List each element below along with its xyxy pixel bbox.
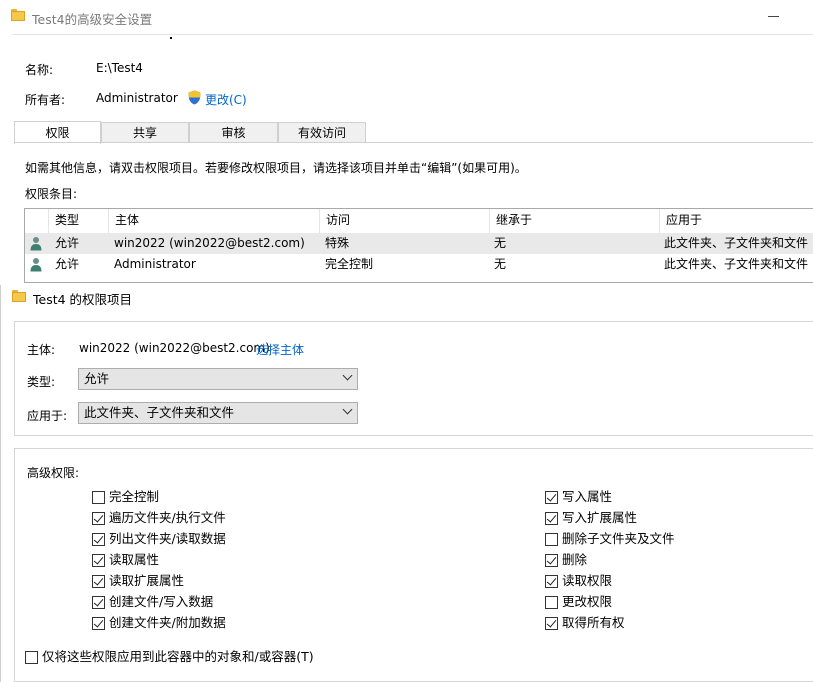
row-type: 允许 bbox=[55, 236, 80, 250]
divider bbox=[13, 34, 813, 35]
checkbox[interactable] bbox=[92, 575, 105, 588]
row-access: 完全控制 bbox=[325, 257, 374, 271]
tab-auditing[interactable]: 审核 bbox=[189, 122, 278, 143]
advanced-security-window: Test4的高级安全设置 名称: E:\Test4 所有者: Administr… bbox=[0, 0, 813, 286]
perm-label: 更改权限 bbox=[562, 594, 613, 609]
perm-label: 取得所有权 bbox=[562, 615, 625, 630]
permission-entry-window: Test4 的权限项目 主体: win2022 (win2022@best2.c… bbox=[0, 285, 813, 682]
advanced-permissions-label: 高级权限: bbox=[27, 466, 80, 480]
change-owner-link[interactable]: 更改(C) bbox=[205, 91, 247, 108]
checkbox[interactable] bbox=[545, 533, 558, 546]
select-principal-link[interactable]: 选择主体 bbox=[256, 341, 304, 358]
checkbox[interactable] bbox=[545, 491, 558, 504]
tab-effective-access[interactable]: 有效访问 bbox=[278, 122, 366, 143]
checkbox[interactable] bbox=[25, 651, 38, 664]
container-only-label: 仅将这些权限应用到此容器中的对象和/或容器(T) bbox=[42, 649, 314, 664]
checkbox[interactable] bbox=[545, 512, 558, 525]
owner-value: Administrator bbox=[96, 91, 178, 105]
entries-label: 权限条目: bbox=[25, 187, 78, 201]
title-bar: Test4 的权限项目 bbox=[1, 285, 813, 309]
tab-permissions[interactable]: 权限 bbox=[14, 121, 101, 144]
checkbox[interactable] bbox=[545, 575, 558, 588]
perm-label: 遍历文件夹/执行文件 bbox=[109, 510, 226, 525]
principal-value: win2022 (win2022@best2.com) bbox=[79, 341, 270, 355]
perm-label: 写入属性 bbox=[562, 489, 613, 504]
title-bar: Test4的高级安全设置 bbox=[0, 0, 813, 34]
row-applies: 此文件夹、子文件夹和文件 bbox=[664, 236, 809, 250]
column-header-inherited[interactable]: 继承于 bbox=[489, 209, 659, 233]
perm-label: 读取权限 bbox=[562, 573, 613, 588]
checkbox[interactable] bbox=[92, 512, 105, 525]
type-select-value: 允许 bbox=[84, 371, 110, 386]
principal-group: 主体: win2022 (win2022@best2.com) 选择主体 类型:… bbox=[14, 321, 813, 436]
row-type: 允许 bbox=[55, 257, 80, 271]
checkbox[interactable] bbox=[92, 533, 105, 546]
uac-shield-icon bbox=[188, 90, 201, 105]
row-inherited: 无 bbox=[494, 257, 507, 271]
chevron-down-icon bbox=[342, 404, 353, 415]
column-header-applies[interactable]: 应用于 bbox=[659, 209, 813, 233]
name-value: E:\Test4 bbox=[96, 61, 143, 75]
checkbox[interactable] bbox=[92, 617, 105, 630]
column-header-principal[interactable]: 主体 bbox=[108, 209, 319, 233]
row-principal: win2022 (win2022@best2.com) bbox=[114, 236, 305, 250]
column-header-access[interactable]: 访问 bbox=[319, 209, 489, 233]
folder-icon bbox=[11, 9, 25, 21]
perm-label: 创建文件/写入数据 bbox=[109, 594, 214, 609]
window-title: Test4的高级安全设置 bbox=[32, 12, 153, 27]
perm-label: 删除子文件夹及文件 bbox=[562, 531, 675, 546]
applies-label: 应用于: bbox=[27, 409, 68, 423]
row-applies: 此文件夹、子文件夹和文件 bbox=[664, 257, 809, 271]
column-header-type[interactable]: 类型 bbox=[48, 209, 108, 233]
perm-label: 完全控制 bbox=[109, 489, 160, 504]
checkbox[interactable] bbox=[92, 554, 105, 567]
checkbox[interactable] bbox=[545, 554, 558, 567]
user-icon bbox=[30, 237, 42, 251]
user-icon bbox=[30, 258, 42, 272]
tab-underline bbox=[14, 142, 813, 143]
checkbox[interactable] bbox=[92, 596, 105, 609]
perm-label: 读取属性 bbox=[109, 552, 160, 567]
info-text: 如需其他信息，请双击权限项目。若要修改权限项目，请选择该项目并单击“编辑”(如果… bbox=[25, 161, 527, 175]
type-label: 类型: bbox=[27, 375, 56, 389]
tab-sharing[interactable]: 共享 bbox=[101, 122, 189, 143]
perm-label: 写入扩展属性 bbox=[562, 510, 638, 525]
applies-select[interactable]: 此文件夹、子文件夹和文件 bbox=[78, 402, 358, 424]
chevron-down-icon bbox=[342, 370, 353, 381]
minimize-button[interactable] bbox=[768, 16, 779, 17]
perm-label: 读取扩展属性 bbox=[109, 573, 185, 588]
permission-entries-table[interactable]: 类型 主体 访问 继承于 应用于 允许 win2022 (win2022@bes… bbox=[24, 208, 813, 283]
name-label: 名称: bbox=[25, 63, 54, 77]
checkbox[interactable] bbox=[545, 596, 558, 609]
type-select[interactable]: 允许 bbox=[78, 368, 358, 390]
row-inherited: 无 bbox=[494, 236, 507, 250]
principal-label: 主体: bbox=[27, 343, 56, 357]
row-access: 特殊 bbox=[325, 236, 350, 250]
perm-label: 创建文件夹/附加数据 bbox=[109, 615, 226, 630]
advanced-permissions-group: 高级权限: 完全控制 遍历文件夹/执行文件 列出文件夹/读取数据 读取属性 读取… bbox=[14, 448, 813, 682]
window-title: Test4 的权限项目 bbox=[33, 292, 133, 307]
table-row[interactable]: 允许 win2022 (win2022@best2.com) 特殊 无 此文件夹… bbox=[25, 233, 813, 254]
cursor-dot bbox=[170, 37, 172, 39]
perm-label: 列出文件夹/读取数据 bbox=[109, 531, 226, 546]
applies-select-value: 此文件夹、子文件夹和文件 bbox=[84, 405, 235, 420]
checkbox[interactable] bbox=[545, 617, 558, 630]
folder-icon bbox=[12, 290, 26, 302]
row-principal: Administrator bbox=[114, 257, 196, 271]
owner-label: 所有者: bbox=[25, 93, 66, 107]
perm-label: 删除 bbox=[562, 552, 588, 567]
checkbox[interactable] bbox=[92, 491, 105, 504]
table-row[interactable]: 允许 Administrator 完全控制 无 此文件夹、子文件夹和文件 bbox=[25, 254, 813, 275]
